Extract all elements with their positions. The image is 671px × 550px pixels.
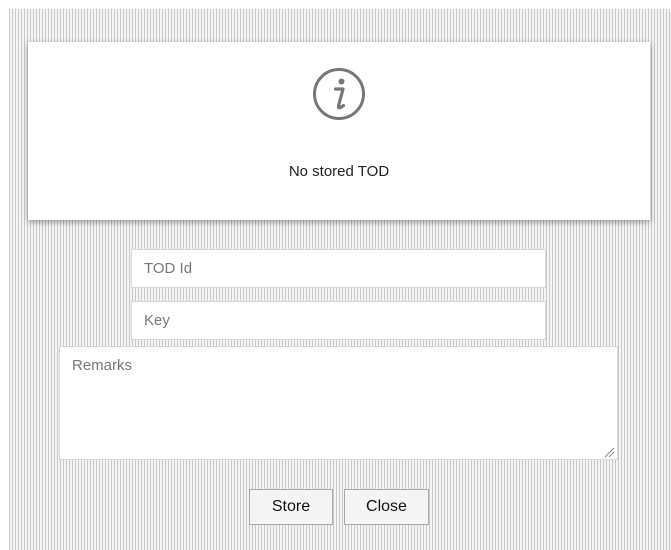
info-message-text: No stored TOD: [288, 163, 390, 180]
info-message-card: No stored TOD: [28, 42, 650, 220]
close-button[interactable]: Close: [344, 489, 429, 525]
store-button[interactable]: Store: [249, 489, 333, 525]
remarks-textarea[interactable]: [59, 346, 618, 460]
info-circle-icon: [313, 68, 365, 120]
tod-id-input[interactable]: [131, 249, 546, 288]
key-input[interactable]: [131, 301, 546, 340]
resize-grip-icon[interactable]: [603, 446, 615, 458]
